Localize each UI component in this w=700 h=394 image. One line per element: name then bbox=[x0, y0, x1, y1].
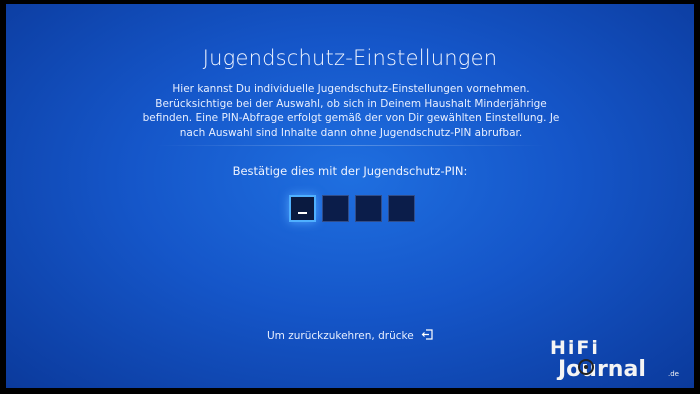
tv-screen: Jugendschutz-Einstellungen Hier kannst D… bbox=[6, 4, 694, 388]
svg-text:HiFi: HiFi bbox=[550, 337, 600, 359]
svg-text:.de: .de bbox=[668, 370, 679, 378]
svg-text:Journal: Journal bbox=[556, 357, 646, 380]
pin-cursor bbox=[298, 212, 307, 214]
pin-digit-4[interactable] bbox=[388, 195, 415, 222]
back-return-icon bbox=[421, 329, 433, 343]
divider bbox=[156, 145, 546, 146]
pin-digit-2[interactable] bbox=[322, 195, 349, 222]
pin-digit-3[interactable] bbox=[355, 195, 382, 222]
pin-input[interactable] bbox=[289, 195, 415, 222]
hifi-journal-logo: HiFi Journal .de bbox=[548, 336, 688, 382]
pin-digit-1[interactable] bbox=[289, 195, 316, 222]
page-title: Jugendschutz-Einstellungen bbox=[202, 46, 498, 70]
pin-prompt: Bestätige dies mit der Jugendschutz-PIN: bbox=[232, 164, 468, 178]
back-hint-text: Um zurückzukehren, drücke bbox=[266, 330, 414, 342]
description-text: Hier kannst Du individuelle Jugendschutz… bbox=[142, 83, 560, 139]
